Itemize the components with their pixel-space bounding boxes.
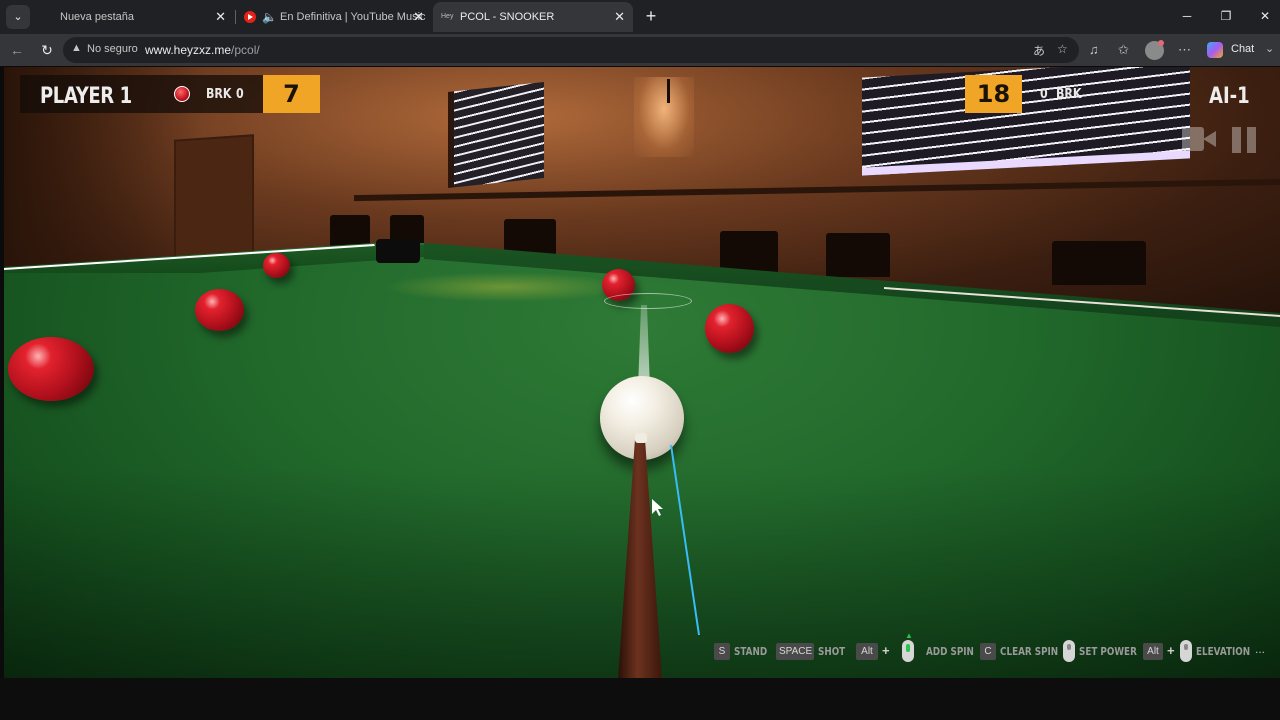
wall-lamp <box>634 77 694 157</box>
youtube-music-icon <box>244 11 256 23</box>
site-favicon: Hey <box>441 13 454 20</box>
tab-close-icon[interactable]: ✕ <box>215 2 226 32</box>
break-value: 0 <box>236 87 244 102</box>
table-pocket <box>376 239 420 263</box>
plus-sign: + <box>882 643 890 658</box>
control-elevation: ELEVATION <box>1196 645 1251 658</box>
screen: ⌄ Nueva pestaña ✕ 🔈 En Definitiva | YouT… <box>0 0 1280 720</box>
mouse-icon <box>902 640 914 662</box>
address-bar[interactable]: ▲ No seguro www.heyzxz.me/pcol/ あ ☆ <box>63 37 1079 63</box>
star-icon[interactable]: ☆ <box>1057 42 1068 56</box>
bottom-strip <box>0 678 1280 720</box>
url-path: /pcol/ <box>231 43 260 57</box>
game-canvas[interactable]: PLAYER 1 BRK 0 7 18 0 BRK AI-1 <box>4 67 1280 678</box>
maximize-button[interactable]: ❐ <box>1216 6 1236 26</box>
chair <box>826 233 890 277</box>
tab-title: PCOL - SNOOKER <box>460 11 555 23</box>
tab-title: Nueva pestaña <box>60 11 134 23</box>
red-ball <box>705 304 754 353</box>
chat-button[interactable]: Chat <box>1231 43 1254 55</box>
key-space: SPACE <box>776 643 814 660</box>
control-shot: SHOT <box>818 645 846 658</box>
pause-icon[interactable] <box>1232 127 1258 153</box>
ghost-ball-marker <box>604 293 692 309</box>
target-ball-indicator <box>174 86 190 102</box>
opponent-break-label: BRK <box>1056 87 1082 102</box>
chevron-down-icon[interactable]: ⌄ <box>1265 42 1274 55</box>
tab-youtube-music[interactable]: 🔈 En Definitiva | YouTube Music ✕ <box>236 2 432 32</box>
opponent-name: AI-1 <box>1209 84 1250 109</box>
copilot-icon[interactable] <box>1207 42 1223 58</box>
player-name: PLAYER 1 <box>40 84 132 109</box>
close-window-button[interactable]: ✕ <box>1255 6 1275 26</box>
key-alt: Alt <box>1143 643 1163 660</box>
back-icon[interactable]: ← <box>7 40 27 60</box>
control-clear-spin: CLEAR SPIN <box>1000 645 1059 658</box>
tab-bar: ⌄ Nueva pestaña ✕ 🔈 En Definitiva | YouT… <box>0 0 1280 34</box>
tab-new-tab[interactable]: Nueva pestaña ✕ <box>44 2 234 32</box>
control-set-power: SET POWER <box>1079 645 1137 658</box>
window-blinds <box>448 81 544 189</box>
speaker-icon[interactable]: 🔈 <box>262 2 277 32</box>
security-label[interactable]: No seguro <box>87 43 138 55</box>
more-controls-icon[interactable]: ... <box>1255 642 1265 656</box>
player-score: 7 <box>263 75 320 113</box>
room-door <box>174 134 254 260</box>
opponent-break-value: 0 <box>1040 87 1048 102</box>
more-icon[interactable]: ⋯ <box>1178 42 1191 58</box>
extensions-icon[interactable]: ♫ <box>1089 42 1099 57</box>
tab-close-icon[interactable]: ✕ <box>614 2 625 32</box>
browser-toolbar: ← ↻ ▲ No seguro www.heyzxz.me/pcol/ あ ☆ … <box>0 34 1280 66</box>
mouse-icon <box>1180 640 1192 662</box>
break-label: BRK <box>206 87 232 102</box>
red-ball <box>8 337 94 401</box>
favorites-icon[interactable]: ✩ <box>1118 42 1129 58</box>
new-tab-button[interactable]: + <box>641 6 661 26</box>
tab-close-icon[interactable]: ✕ <box>413 2 424 32</box>
minimize-button[interactable]: ─ <box>1177 6 1197 26</box>
url-text[interactable]: www.heyzxz.me/pcol/ <box>145 43 260 57</box>
warning-icon[interactable]: ▲ <box>71 42 82 54</box>
tab-pcol-snooker[interactable]: Hey PCOL - SNOOKER ✕ <box>433 2 633 32</box>
key-alt: Alt <box>856 643 878 660</box>
profile-avatar[interactable] <box>1145 40 1164 60</box>
opponent-score: 18 <box>965 75 1022 113</box>
window-blinds-large <box>862 67 1190 176</box>
cue-tip <box>635 433 647 443</box>
red-ball <box>195 289 244 331</box>
translate-icon[interactable]: あ <box>1033 42 1045 59</box>
reload-icon[interactable]: ↻ <box>37 40 57 60</box>
red-ball <box>263 253 290 278</box>
plus-sign: + <box>1167 643 1175 658</box>
lamp-fixture <box>667 79 670 103</box>
control-add-spin: ADD SPIN <box>926 645 974 658</box>
key-s: S <box>714 643 730 660</box>
key-c: C <box>980 643 996 660</box>
control-stand: STAND <box>734 645 768 658</box>
mouse-icon <box>1063 640 1075 662</box>
replay-camera-icon[interactable] <box>1182 127 1216 151</box>
chair <box>1052 241 1146 285</box>
light-reflection <box>384 272 624 302</box>
tab-title: En Definitiva | YouTube Music <box>280 11 426 23</box>
url-host: www.heyzxz.me <box>145 43 232 57</box>
tab-list-icon[interactable]: ⌄ <box>6 5 30 29</box>
